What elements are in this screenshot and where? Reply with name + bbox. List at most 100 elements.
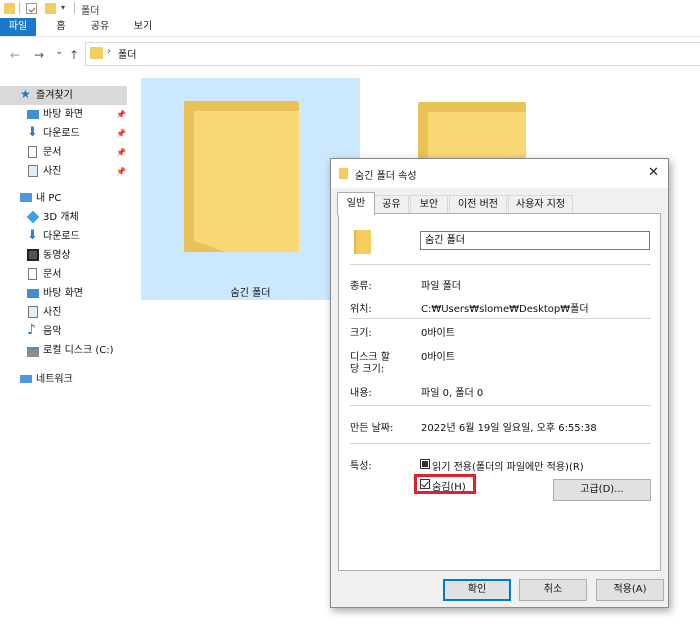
sidebar-item-label: 음악 — [43, 326, 62, 337]
pictures-icon — [28, 165, 38, 177]
size-label: 크기: — [350, 328, 372, 339]
cube-icon — [26, 210, 40, 224]
folder-icon — [4, 3, 15, 14]
sidebar-item-documents[interactable]: 문서 📌 — [0, 143, 127, 162]
folder-item[interactable] — [418, 102, 526, 162]
location-label: 위치: — [350, 304, 372, 315]
tab-sharing[interactable]: 공유 — [374, 195, 409, 214]
pin-icon: 📌 — [116, 129, 126, 138]
document-icon — [28, 146, 37, 158]
sidebar-item-label: 3D 개체 — [43, 212, 79, 223]
properties-icon[interactable] — [26, 3, 37, 14]
window-title: 폴더 — [81, 6, 100, 17]
tab-previous-versions[interactable]: 이전 버전 — [449, 195, 507, 214]
up-arrow-icon[interactable]: ↑ — [69, 48, 79, 62]
folder-icon — [418, 102, 526, 162]
network-icon — [20, 375, 32, 383]
breadcrumb-separator: › — [107, 46, 111, 57]
customize-quick-access-icon[interactable]: ▾ — [61, 3, 65, 12]
properties-dialog: 숨긴 폴더 속성 ✕ 일반 공유 보안 이전 버전 사용자 지정 숨긴 폴더 종… — [330, 158, 669, 608]
hidden-checkbox[interactable] — [420, 479, 430, 489]
sidebar-item-label: 로컬 디스크 (C:) — [43, 345, 114, 356]
apply-button[interactable]: 적용(A) — [596, 579, 664, 601]
sidebar-item-pictures-pc[interactable]: 사진 — [0, 303, 127, 322]
sidebar-item-label: 다운로드 — [43, 231, 80, 242]
sidebar-item-videos[interactable]: 동영상 — [0, 246, 127, 265]
tab-customize[interactable]: 사용자 지정 — [508, 195, 573, 214]
advanced-button[interactable]: 고급(D)... — [553, 479, 651, 501]
sidebar-item-desktop-pc[interactable]: 바탕 화면 — [0, 284, 127, 303]
download-icon: ⬇ — [27, 125, 38, 140]
readonly-label[interactable]: 읽기 전용(폴더의 파일에만 적용)(R) — [432, 458, 584, 473]
sidebar-item-label: 바탕 화면 — [43, 288, 83, 299]
folder-icon — [339, 168, 348, 179]
sidebar-item-music[interactable]: ♪ 음악 — [0, 322, 127, 341]
drive-icon — [27, 347, 39, 357]
music-icon: ♪ — [27, 322, 36, 338]
ribbon-tab-file[interactable]: 파일 — [0, 18, 36, 36]
computer-icon — [20, 193, 32, 202]
readonly-checkbox[interactable] — [420, 459, 430, 469]
folder-item-selected[interactable]: 숨긴 폴더 — [141, 78, 360, 300]
sidebar-item-downloads-pc[interactable]: ⬇ 다운로드 — [0, 227, 127, 246]
sidebar-item-desktop[interactable]: 바탕 화면 📌 — [0, 105, 127, 124]
sidebar-item-label: 문서 — [43, 147, 62, 158]
close-icon[interactable]: ✕ — [648, 165, 659, 180]
recent-locations-icon[interactable]: ⌄ — [55, 46, 63, 57]
sidebar-item-documents-pc[interactable]: 문서 — [0, 265, 127, 284]
folder-icon — [90, 47, 103, 59]
sidebar-item-label: 바탕 화면 — [43, 109, 83, 120]
created-value: 2022년 6월 19일 일요일, 오후 6:55:38 — [421, 423, 597, 434]
cancel-button[interactable]: 취소 — [519, 579, 587, 601]
contents-value: 파일 0, 폴더 0 — [421, 388, 484, 399]
new-folder-icon[interactable] — [45, 3, 56, 14]
sidebar-item-downloads[interactable]: ⬇ 다운로드 📌 — [0, 124, 127, 143]
ribbon-tab-share[interactable]: 공유 — [86, 18, 114, 36]
sidebar-item-label: 문서 — [43, 269, 62, 280]
video-icon — [27, 249, 39, 261]
folder-name: 숨긴 폴더 — [230, 288, 271, 299]
tab-security[interactable]: 보안 — [410, 195, 448, 214]
type-label: 종류: — [350, 281, 372, 292]
desktop-icon — [27, 289, 39, 298]
sidebar-item-label: 다운로드 — [43, 128, 80, 139]
pin-icon: 📌 — [116, 110, 126, 119]
folder-name-field[interactable]: 숨긴 폴더 — [420, 231, 650, 250]
hidden-label[interactable]: 숨김(H) — [432, 478, 466, 493]
disk-size-value: 0바이트 — [421, 352, 455, 363]
breadcrumb-item[interactable]: 폴더 — [118, 46, 136, 61]
address-bar[interactable]: › 폴더 — [85, 42, 700, 66]
ribbon-tab-view[interactable]: 보기 — [129, 18, 157, 36]
sidebar-item-3d-objects[interactable]: 3D 개체 — [0, 208, 127, 227]
dialog-title-bar: 숨긴 폴더 속성 ✕ — [331, 159, 668, 188]
sidebar-item-this-pc[interactable]: 내 PC — [0, 189, 127, 208]
sidebar-item-network[interactable]: 네트워크 — [0, 370, 127, 389]
navigation-pane: ★ 즐겨찾기 바탕 화면 📌 ⬇ 다운로드 📌 문서 📌 사진 📌 내 PC 3… — [0, 82, 130, 402]
sidebar-item-quick-access[interactable]: ★ 즐겨찾기 — [0, 86, 127, 105]
back-arrow-icon[interactable]: ← — [10, 48, 20, 62]
document-icon — [28, 268, 37, 280]
sidebar-item-label: 동영상 — [43, 250, 71, 261]
attributes-label: 특성: — [350, 461, 372, 472]
sidebar-item-local-disk[interactable]: 로컬 디스크 (C:) — [0, 341, 127, 360]
sidebar-item-label: 사진 — [43, 166, 62, 177]
size-value: 0바이트 — [421, 328, 455, 339]
pin-icon: 📌 — [116, 167, 126, 176]
ok-button[interactable]: 확인 — [443, 579, 511, 601]
sidebar-item-label: 즐겨찾기 — [36, 90, 73, 101]
sidebar-item-pictures[interactable]: 사진 📌 — [0, 162, 127, 181]
general-tab-panel: 숨긴 폴더 종류: 파일 폴더 위치: C:₩Users₩slome₩Deskt… — [338, 213, 661, 571]
ribbon-tab-home[interactable]: 홈 — [50, 18, 72, 36]
star-icon: ★ — [20, 87, 31, 101]
tab-general[interactable]: 일반 — [337, 192, 375, 215]
pin-icon: 📌 — [116, 148, 126, 157]
type-value: 파일 폴더 — [421, 281, 461, 292]
ribbon: 파일 홈 공유 보기 — [0, 18, 700, 37]
download-icon: ⬇ — [27, 228, 38, 243]
pictures-icon — [28, 306, 38, 318]
created-label: 만든 날짜: — [350, 423, 394, 434]
folder-icon — [354, 230, 371, 254]
forward-arrow-icon[interactable]: → — [34, 48, 44, 62]
location-value: C:₩Users₩slome₩Desktop₩폴더 — [421, 304, 589, 315]
sidebar-item-label: 내 PC — [36, 193, 62, 204]
